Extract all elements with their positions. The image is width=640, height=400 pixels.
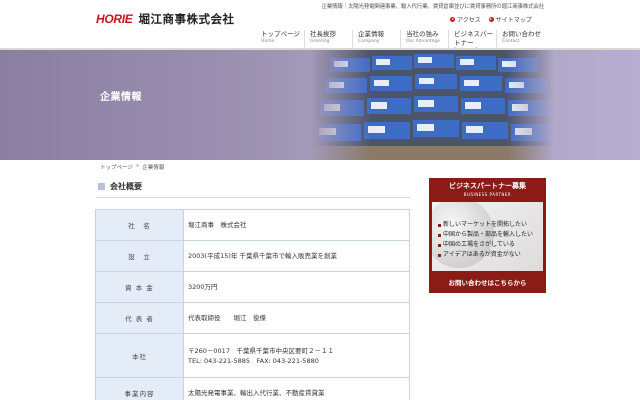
table-row: 資 本 金 3200万円 xyxy=(95,271,410,303)
breadcrumb: トップページ » 企業情報 xyxy=(100,163,164,171)
list-item: 中国から製品・部品を輸入したい xyxy=(438,230,533,240)
nav-item-home[interactable]: トップページ Home xyxy=(256,30,304,49)
row-value: 代表取締役 堀江 俊傑 xyxy=(183,302,410,334)
nav-item-label: トップページ xyxy=(261,30,300,38)
global-nav: トップページ Home 社長挨拶 Greeting 企業情報 Company 当… xyxy=(256,30,544,53)
nav-item-company[interactable]: 企業情報 Company xyxy=(352,30,400,49)
nav-item-business-partner[interactable]: ビジネスパートナー Business Partner xyxy=(448,30,496,53)
row-label: 事業内容 xyxy=(95,377,184,400)
nav-item-sublabel: Company xyxy=(358,39,380,44)
arrow-circle-icon xyxy=(488,17,494,22)
nav-item-sublabel: Home xyxy=(261,39,275,44)
row-label: 社 名 xyxy=(95,209,184,241)
table-row: 事業内容 太陽光発電事業、輸出入代行業、不動産賃貸業 xyxy=(95,377,410,400)
site-tagline: 企業情報｜太陽光発電関連事業、輸入代行業、賃貸倉庫並びに賃貸事務所の堀江商事株式… xyxy=(321,4,544,10)
row-label: 代 表 者 xyxy=(95,302,184,334)
nav-item-label: 社長挨拶 xyxy=(310,30,336,38)
logo-company-name: 堀江商事株式会社 xyxy=(138,12,235,26)
phone-line: TEL: 043-221-5885 FAX: 043-221-5880 xyxy=(188,356,319,365)
access-link-label: アクセス xyxy=(457,17,481,24)
row-value: 3200万円 xyxy=(183,271,410,303)
banner-title: ビジネスパートナー募集 xyxy=(449,182,526,190)
banner-body: 新しいマーケットを開拓したい 中国から製品・部品を輸入したい 中国の工場をさがし… xyxy=(432,202,543,271)
arrow-circle-icon xyxy=(450,17,455,22)
nav-item-sublabel: Contact xyxy=(502,39,520,44)
address-line: 〒260－0017 千葉県千葉市中央区要町２－１１ xyxy=(188,346,334,355)
nav-item-label: お問い合わせ xyxy=(502,30,541,38)
banner-list: 新しいマーケットを開拓したい 中国から製品・部品を輸入したい 中国の工場をさがし… xyxy=(438,220,533,260)
nav-item-greeting[interactable]: 社長挨拶 Greeting xyxy=(304,30,352,49)
sitemap-link[interactable]: サイトマップ xyxy=(488,15,532,24)
nav-item-sublabel: Greeting xyxy=(310,39,330,44)
company-info-table: 社 名 堀江商事 株式会社 設 立 2003(平成15)年 千葉県千葉市で輸入販… xyxy=(95,209,410,400)
row-value: 〒260－0017 千葉県千葉市中央区要町２－１１ TEL: 043-221-5… xyxy=(183,333,410,378)
table-row: 設 立 2003(平成15)年 千葉県千葉市で輸入販売業を創業 xyxy=(95,240,410,272)
hero-warehouse-photo xyxy=(310,50,555,160)
nav-item-label: 当社の強み xyxy=(406,30,439,38)
row-value: 太陽光発電事業、輸出入代行業、不動産賃貸業 xyxy=(183,377,410,400)
banner-header: ビジネスパートナー募集 BUSINESS PARTNER xyxy=(429,178,546,202)
utility-nav: アクセス サイトマップ xyxy=(450,15,532,24)
list-item: アイデアはあるが資金がない xyxy=(438,250,533,260)
table-row: 社 名 堀江商事 株式会社 xyxy=(95,209,410,241)
banner-cta[interactable]: お問い合わせはこちらから xyxy=(429,277,546,287)
nav-item-contact[interactable]: お問い合わせ Contact xyxy=(496,30,544,49)
business-partner-banner[interactable]: ビジネスパートナー募集 BUSINESS PARTNER 新しいマーケットを開拓… xyxy=(429,178,546,293)
square-bullet-icon xyxy=(98,183,105,190)
table-row: 本社 〒260－0017 千葉県千葉市中央区要町２－１１ TEL: 043-22… xyxy=(95,333,410,378)
nav-item-sublabel: Our Advantage xyxy=(406,39,440,44)
table-row: 代 表 者 代表取締役 堀江 俊傑 xyxy=(95,302,410,334)
sitemap-link-label: サイトマップ xyxy=(495,17,532,24)
section-divider xyxy=(96,197,410,198)
row-value: 2003(平成15)年 千葉県千葉市で輸入販売業を創業 xyxy=(183,240,410,272)
page-title: 企業情報 xyxy=(100,92,142,103)
row-label: 本社 xyxy=(95,333,184,378)
access-link[interactable]: アクセス xyxy=(450,15,481,24)
breadcrumb-home-link[interactable]: トップページ xyxy=(100,163,133,171)
row-label: 資 本 金 xyxy=(95,271,184,303)
nav-item-label: 企業情報 xyxy=(358,30,384,38)
list-item: 新しいマーケットを開拓したい xyxy=(438,220,533,230)
banner-subtitle: BUSINESS PARTNER xyxy=(463,192,512,197)
breadcrumb-current: 企業情報 xyxy=(142,165,165,171)
company-logo[interactable]: HORIE 堀江商事株式会社 xyxy=(96,11,235,27)
list-item: 中国の工場をさがしている xyxy=(438,240,533,250)
nav-item-label: ビジネスパートナー xyxy=(454,30,493,47)
logo-mark: HORIE xyxy=(96,12,133,26)
section-title: 会社概要 xyxy=(110,182,142,191)
row-value: 堀江商事 株式会社 xyxy=(183,209,410,241)
nav-item-advantage[interactable]: 当社の強み Our Advantage xyxy=(400,30,448,49)
section-heading: 会社概要 xyxy=(98,181,142,192)
breadcrumb-separator: » xyxy=(135,163,140,169)
row-label: 設 立 xyxy=(95,240,184,272)
hero-banner: 企業情報 xyxy=(0,50,640,160)
